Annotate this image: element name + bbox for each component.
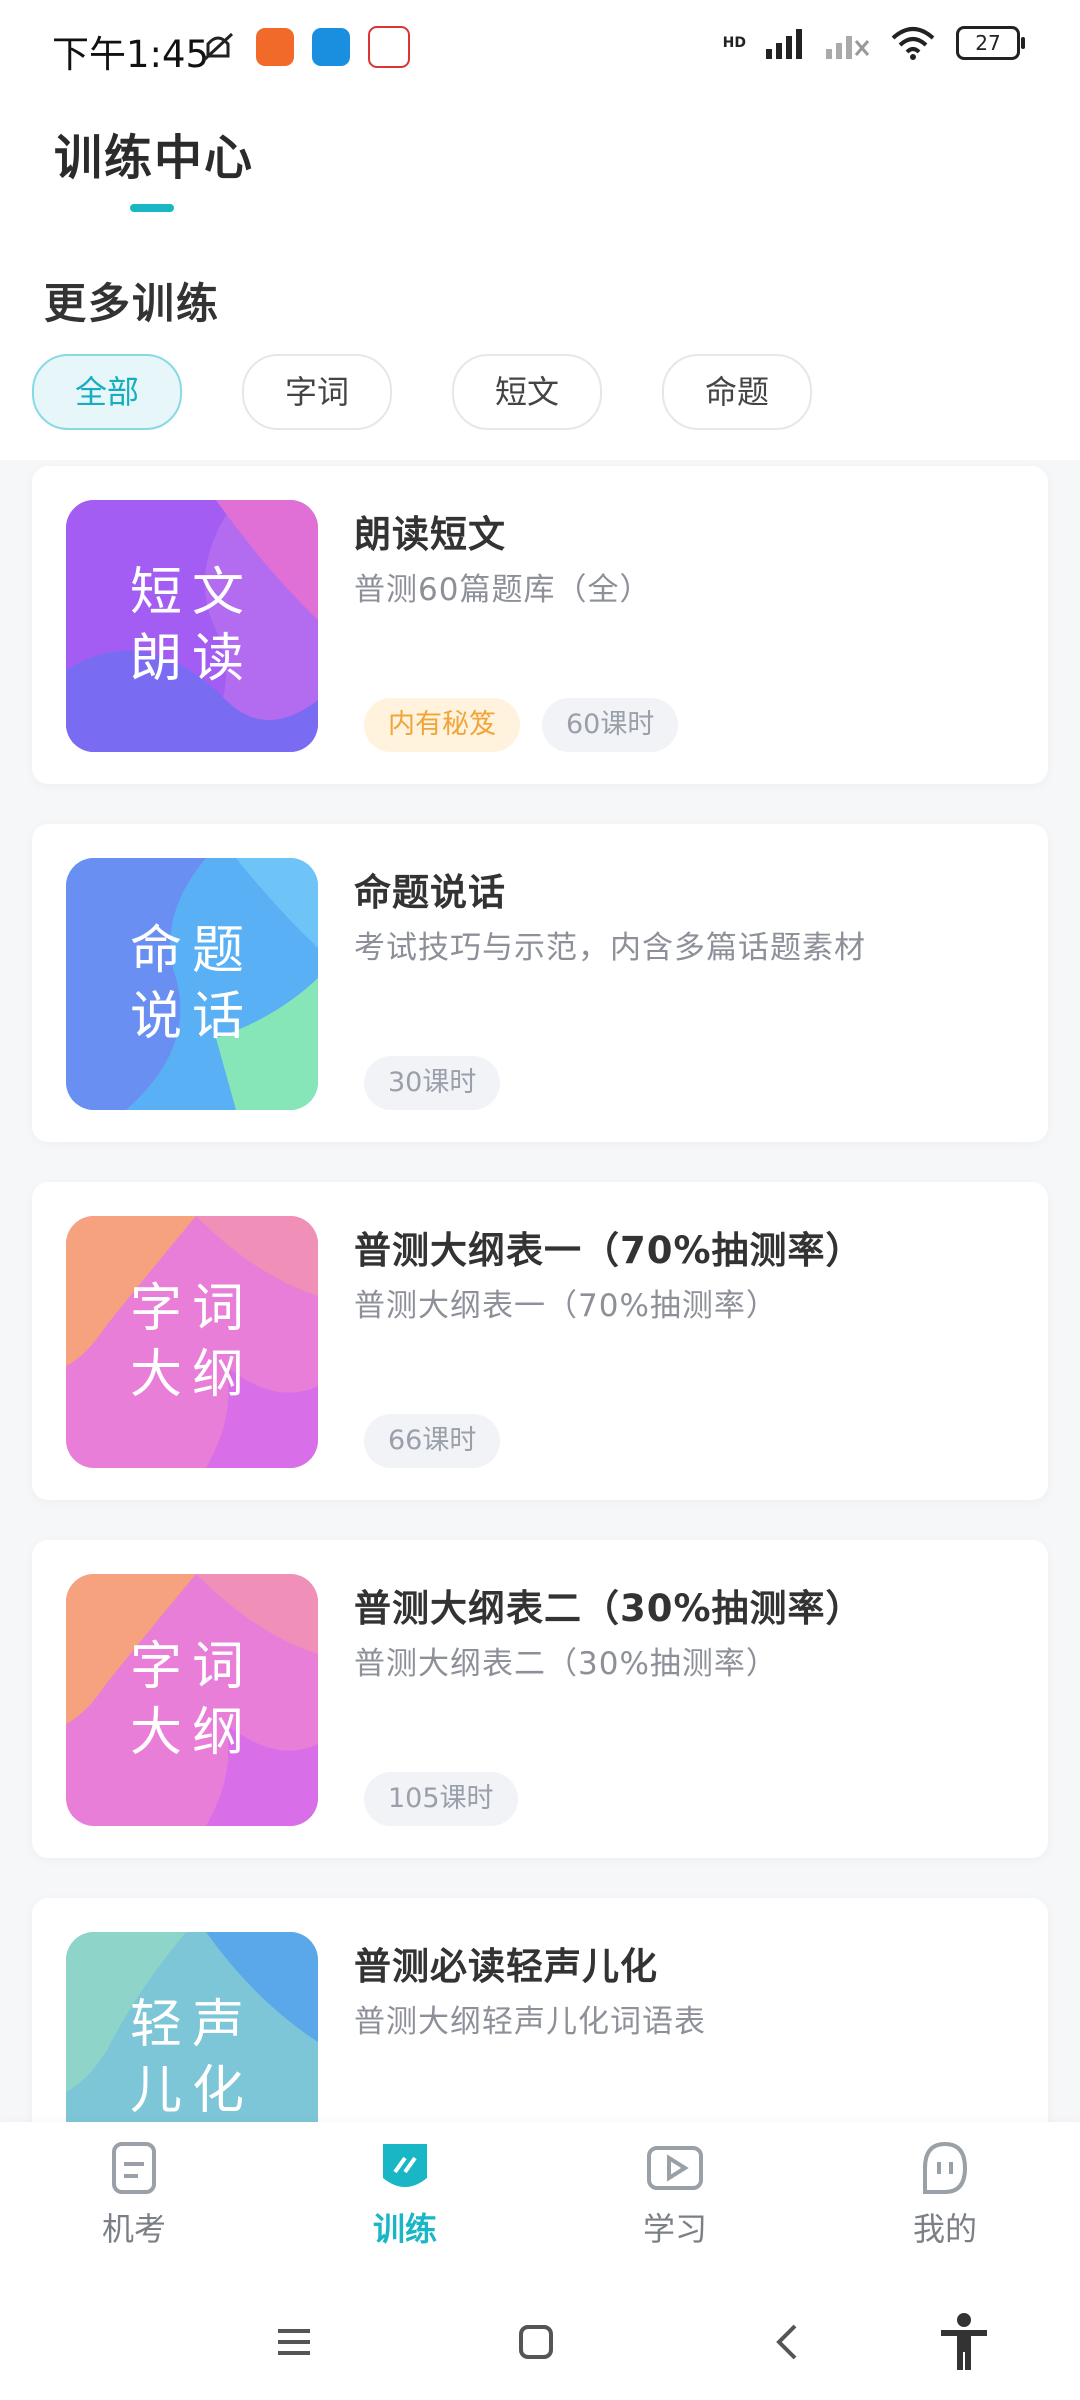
thumb-line-1: 短文 <box>129 563 254 623</box>
back-icon[interactable] <box>756 2312 816 2372</box>
course-thumbnail: 字词 大纲 <box>66 1574 318 1826</box>
section-title: 更多训练 <box>44 279 221 328</box>
course-tags: 30课时 <box>364 1056 501 1110</box>
play-icon <box>647 2140 703 2196</box>
app-notification-icon <box>312 28 350 66</box>
course-title: 普测必读轻声儿化 <box>354 1945 658 1988</box>
tab-label: 训练 <box>372 2210 437 2248</box>
course-subtitle: 考试技巧与示范，内含多篇话题素材 <box>354 930 866 966</box>
course-card[interactable]: 字词 大纲 普测大纲表二（30%抽测率） 普测大纲表二（30%抽测率） 105课时 <box>32 1540 1048 1858</box>
title-indicator <box>130 204 174 212</box>
status-time: 下午1:45 <box>52 33 210 76</box>
home-icon[interactable] <box>506 2312 566 2372</box>
course-hours: 60课时 <box>542 698 679 752</box>
thumb-line-1: 字词 <box>129 1279 254 1339</box>
secret-badge: 内有秘笈 <box>364 698 520 752</box>
course-hours: 30课时 <box>364 1056 501 1110</box>
course-thumbnail: 短文 朗读 <box>66 500 318 752</box>
tab-exam[interactable]: 机考 <box>44 2140 224 2250</box>
mute-icon <box>202 32 234 62</box>
course-card[interactable]: 命题 说话 命题说话 考试技巧与示范，内含多篇话题素材 30课时 <box>32 824 1048 1142</box>
hd-label: HD <box>722 35 746 51</box>
thumb-line-1: 命题 <box>129 921 254 981</box>
tab-label: 机考 <box>101 2210 166 2248</box>
course-subtitle: 普测大纲表二（30%抽测率） <box>354 1646 778 1682</box>
course-title: 普测大纲表一（70%抽测率） <box>354 1229 864 1272</box>
train-icon <box>377 2140 433 2196</box>
course-card[interactable]: 字词 大纲 普测大纲表一（70%抽测率） 普测大纲表一（70%抽测率） 66课时 <box>32 1182 1048 1500</box>
tab-label: 学习 <box>642 2210 707 2248</box>
course-subtitle: 普测60篇题库（全） <box>354 572 652 608</box>
status-bar: 下午1:45 HD 27 <box>0 0 1080 100</box>
filter-chip-all[interactable]: 全部 <box>32 354 182 430</box>
course-card[interactable]: 短文 朗读 朗读短文 普测60篇题库（全） 内有秘笈 60课时 <box>32 466 1048 784</box>
system-status-icons: HD 27 <box>722 26 1025 60</box>
profile-icon <box>917 2140 973 2196</box>
thumb-line-2: 大纲 <box>129 1703 254 1763</box>
thumb-line-2: 朗读 <box>129 629 254 689</box>
course-tags: 66课时 <box>364 1414 501 1468</box>
course-title: 朗读短文 <box>354 513 506 556</box>
wifi-icon <box>891 27 935 60</box>
page-title: 训练中心 <box>54 130 255 186</box>
thumb-line-2: 大纲 <box>129 1345 254 1405</box>
system-nav-bar <box>0 2272 1080 2400</box>
document-icon <box>106 2140 162 2196</box>
course-tags: 内有秘笈 60课时 <box>364 698 679 752</box>
course-tags: 105课时 <box>364 1772 518 1826</box>
thumb-line-1: 轻声 <box>129 1995 254 2055</box>
course-title: 普测大纲表二（30%抽测率） <box>354 1587 864 1630</box>
course-subtitle: 普测大纲轻声儿化词语表 <box>354 2004 706 2040</box>
filter-chips: 全部 字词 短文 命题 <box>32 354 812 430</box>
menu-icon[interactable] <box>264 2312 324 2372</box>
app-notification-icon <box>368 26 410 68</box>
tab-study[interactable]: 学习 <box>585 2140 765 2250</box>
filter-chip-passages[interactable]: 短文 <box>452 354 602 430</box>
course-thumbnail: 字词 大纲 <box>66 1216 318 1468</box>
signal-icon <box>766 29 802 59</box>
accessibility-icon[interactable] <box>934 2312 994 2372</box>
battery-icon: 27 <box>956 26 1025 60</box>
course-hours: 66课时 <box>364 1414 501 1468</box>
filter-chip-words[interactable]: 字词 <box>242 354 392 430</box>
course-subtitle: 普测大纲表一（70%抽测率） <box>354 1288 778 1324</box>
course-thumbnail: 命题 说话 <box>66 858 318 1110</box>
notification-icons <box>198 26 410 68</box>
thumb-line-2: 儿化 <box>129 2061 254 2121</box>
course-hours: 105课时 <box>364 1772 518 1826</box>
tab-label: 我的 <box>912 2210 977 2248</box>
bottom-tab-bar: 机考 训练 学习 我的 <box>0 2122 1080 2272</box>
tab-training[interactable]: 训练 <box>315 2140 495 2250</box>
tab-profile[interactable]: 我的 <box>855 2140 1035 2250</box>
thumb-line-2: 说话 <box>129 987 254 1047</box>
app-notification-icon <box>256 28 294 66</box>
thumb-line-1: 字词 <box>129 1637 254 1697</box>
course-title: 命题说话 <box>354 871 506 914</box>
filter-chip-topics[interactable]: 命题 <box>662 354 812 430</box>
signal-off-icon <box>826 36 870 59</box>
